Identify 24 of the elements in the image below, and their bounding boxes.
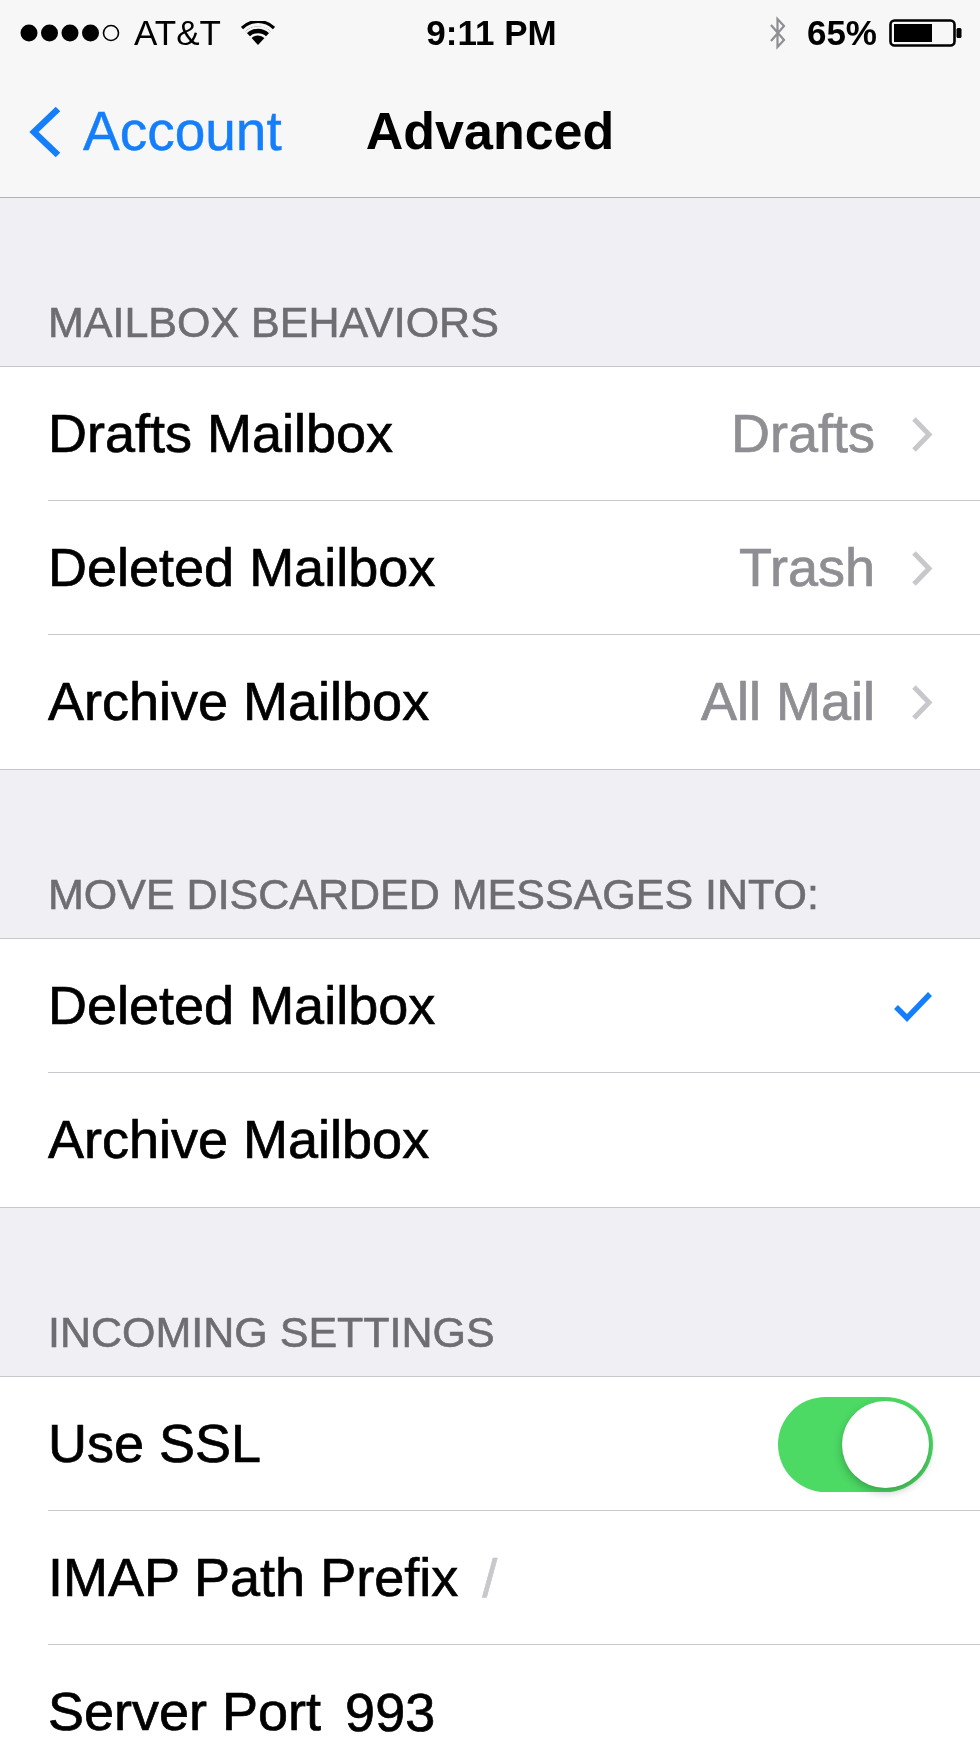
section-header: MAILBOX BEHAVIORS: [48, 298, 499, 346]
signal-icon: [20, 24, 120, 42]
detail-value: Trash: [738, 538, 875, 598]
carrier-name: AT&T: [134, 13, 221, 53]
input-field[interactable]: 993: [345, 1681, 933, 1740]
status-time: 9:11 PM: [426, 13, 557, 53]
section-header: INCOMING SETTINGS: [48, 1308, 495, 1356]
chevron-icon: [911, 415, 933, 453]
chevron-icon: [911, 683, 933, 721]
field-label: Server Port: [48, 1682, 322, 1740]
detail-value: All Mail: [700, 672, 875, 732]
bluetooth-icon: [768, 16, 787, 50]
section-header: MOVE DISCARDED MESSAGES INTO:: [48, 870, 819, 918]
field-label: IMAP Path Prefix: [48, 1548, 459, 1608]
wifi-icon: [240, 20, 275, 46]
detail-value: Drafts: [730, 404, 875, 464]
nav-title: Advanced: [365, 102, 615, 161]
chevron-icon: [911, 549, 933, 587]
setting-label: Use SSL: [48, 1414, 262, 1474]
battery-icon: [889, 19, 963, 47]
input-field[interactable]: /: [482, 1547, 933, 1609]
back-chevron-icon: [28, 105, 62, 158]
battery-percentage: 65%: [806, 13, 877, 53]
back-button[interactable]: Account: [28, 101, 282, 162]
